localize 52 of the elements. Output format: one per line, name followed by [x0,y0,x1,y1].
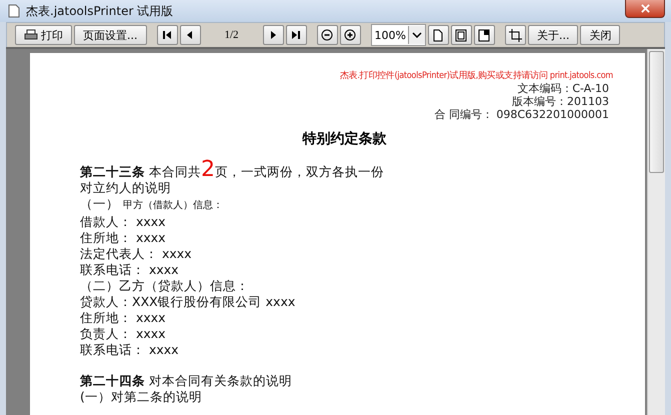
document-code: 文本编码：C-A-10 [517,82,609,95]
last-page-button[interactable] [286,25,306,45]
crop-icon [508,28,522,42]
document-text-line: 第二十四条 对本合同有关条款的说明 [80,373,293,389]
close-icon [640,4,650,13]
previous-page-button[interactable] [180,25,200,45]
document-text-line: （二）乙方（贷款人）信息： [80,278,250,294]
toolbar-button[interactable]: 关闭 [580,25,620,45]
trial-notice: 杰表.打印控件(jatoolsPrinter)试用版,购买或支持请访问 print.jatools.com [340,70,613,82]
document-text-line: （一） 甲方（借款人）信息： [80,196,224,213]
document-text-line: 贷款人：XXX银行股份有限公司 xxxx [80,294,296,310]
first-page-button[interactable] [156,25,178,45]
zoom-out-button[interactable] [316,25,338,45]
next-page-button[interactable] [262,25,284,45]
skip-back-icon [162,30,172,40]
document-code: 合 同编号： 098C632201000001 [434,108,609,121]
document-text-line: 联系电话： xxxx [80,262,180,278]
plus-circle-icon [344,29,356,41]
crop-button[interactable] [504,25,526,45]
window-title: 杰表.jatoolsPrinter 试用版 [26,2,174,20]
document-text-line: 借款人： xxxx [80,214,167,230]
fit-page-button[interactable] [450,25,472,45]
minus-circle-icon [321,29,333,41]
document-text-line: 负责人： xxxx [80,326,167,342]
fit-width-button[interactable] [474,25,495,45]
left-triangle-icon [185,30,195,40]
right-triangle-icon [268,30,278,40]
document-text-line: 住所地： xxxx [80,230,167,246]
page-indicator: 1/2 [223,29,240,41]
document-text-line: 第二十三条 本合同共2页，一式两份，双方各执一份 [80,162,385,180]
chevron-down-icon [412,32,422,38]
page-corner-icon [478,28,490,42]
document-icon [8,4,20,18]
document-title: 特别约定条款 [301,130,388,148]
zoom-in-button[interactable] [340,25,360,45]
document-text-line: 联系电话： xxxx [80,342,180,358]
document-text-line: 法定代表人： xxxx [80,246,193,262]
framed-page-icon [455,28,468,42]
zoom-dropdown[interactable]: 100% [370,24,426,46]
page-icon-button[interactable] [428,25,449,45]
printer-icon [24,29,38,41]
toolbar-button[interactable]: 关于... [528,25,578,45]
document-text-line: (一）对第二条的说明 [80,389,203,405]
document-text-line: 对立约人的说明 [80,180,172,196]
document-text-line: 住所地： xxxx [80,310,167,326]
document-code: 版本编号：201103 [512,95,609,108]
toolbar-button[interactable]: 页面设置... [74,25,146,45]
print-button[interactable]: 打印 [15,25,72,45]
page-icon [433,28,444,42]
skip-forward-icon [291,30,301,40]
close-button[interactable] [625,0,665,18]
vertical-scrollbar[interactable] [647,49,665,415]
